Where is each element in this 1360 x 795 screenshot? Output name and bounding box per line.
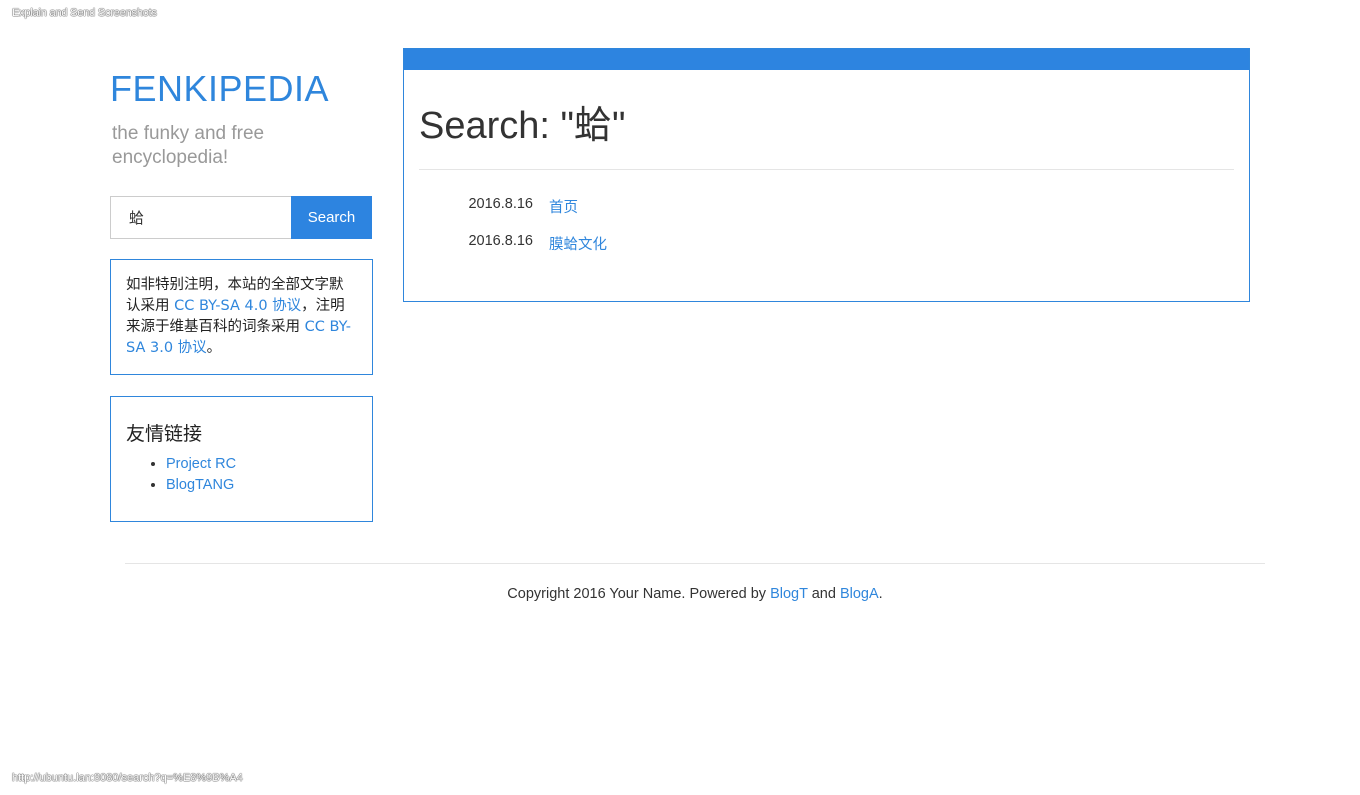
footer-text-3: . — [878, 586, 883, 602]
friend-links-list: Project RC BlogTANG — [126, 454, 357, 496]
result-date: 2016.8.16 — [468, 196, 533, 212]
friend-link-blogtang[interactable]: BlogTANG — [166, 477, 234, 493]
search-button[interactable]: Search — [291, 196, 372, 239]
footer-divider — [125, 563, 1265, 564]
footer-link-blogt[interactable]: BlogT — [770, 586, 808, 602]
list-item: 2016.8.16 首页 — [404, 196, 1249, 233]
sidebar: FENKIPEDIA the funky and free encycloped… — [110, 60, 373, 522]
footer: Copyright 2016 Your Name. Powered by Blo… — [125, 586, 1265, 602]
footer-link-bloga[interactable]: BlogA — [840, 586, 879, 602]
page-title: Search: "蛤" — [419, 105, 626, 147]
result-link[interactable]: 首页 — [549, 196, 578, 217]
status-bar-url: http://ubuntu.lan:8080/search?q=%E8%9B%A… — [12, 772, 243, 784]
license-text-3: 。 — [206, 340, 222, 356]
heading-divider — [419, 169, 1234, 170]
license-link-cc-by-sa-4[interactable]: CC BY-SA 4.0 协议 — [174, 298, 301, 314]
license-notice: 如非特别注明，本站的全部文字默认采用 CC BY-SA 4.0 协议，注明来源于… — [110, 259, 373, 375]
list-item: BlogTANG — [166, 475, 357, 496]
site-title[interactable]: FENKIPEDIA — [110, 68, 373, 110]
footer-text-1: Copyright 2016 Your Name. Powered by — [507, 586, 771, 602]
panel-header-bar — [404, 49, 1249, 70]
search-form: Search — [110, 196, 373, 239]
list-item: 2016.8.16 膜蛤文化 — [404, 233, 1249, 270]
site-tagline: the funky and free encyclopedia! — [112, 123, 265, 168]
friend-links-box: 友情链接 Project RC BlogTANG — [110, 396, 373, 522]
friend-link-project-rc[interactable]: Project RC — [166, 456, 236, 472]
results-list: 2016.8.16 首页 2016.8.16 膜蛤文化 — [404, 196, 1249, 270]
list-item: Project RC — [166, 454, 357, 475]
result-link[interactable]: 膜蛤文化 — [549, 233, 607, 254]
screenshot-extension-label: Explain and Send Screenshots — [12, 7, 157, 19]
search-input[interactable] — [110, 196, 291, 239]
result-date: 2016.8.16 — [468, 233, 533, 249]
footer-text-2: and — [807, 586, 840, 602]
search-results-panel: Search: "蛤" 2016.8.16 首页 2016.8.16 膜蛤文化 — [403, 48, 1250, 302]
friend-links-title: 友情链接 — [126, 423, 203, 445]
